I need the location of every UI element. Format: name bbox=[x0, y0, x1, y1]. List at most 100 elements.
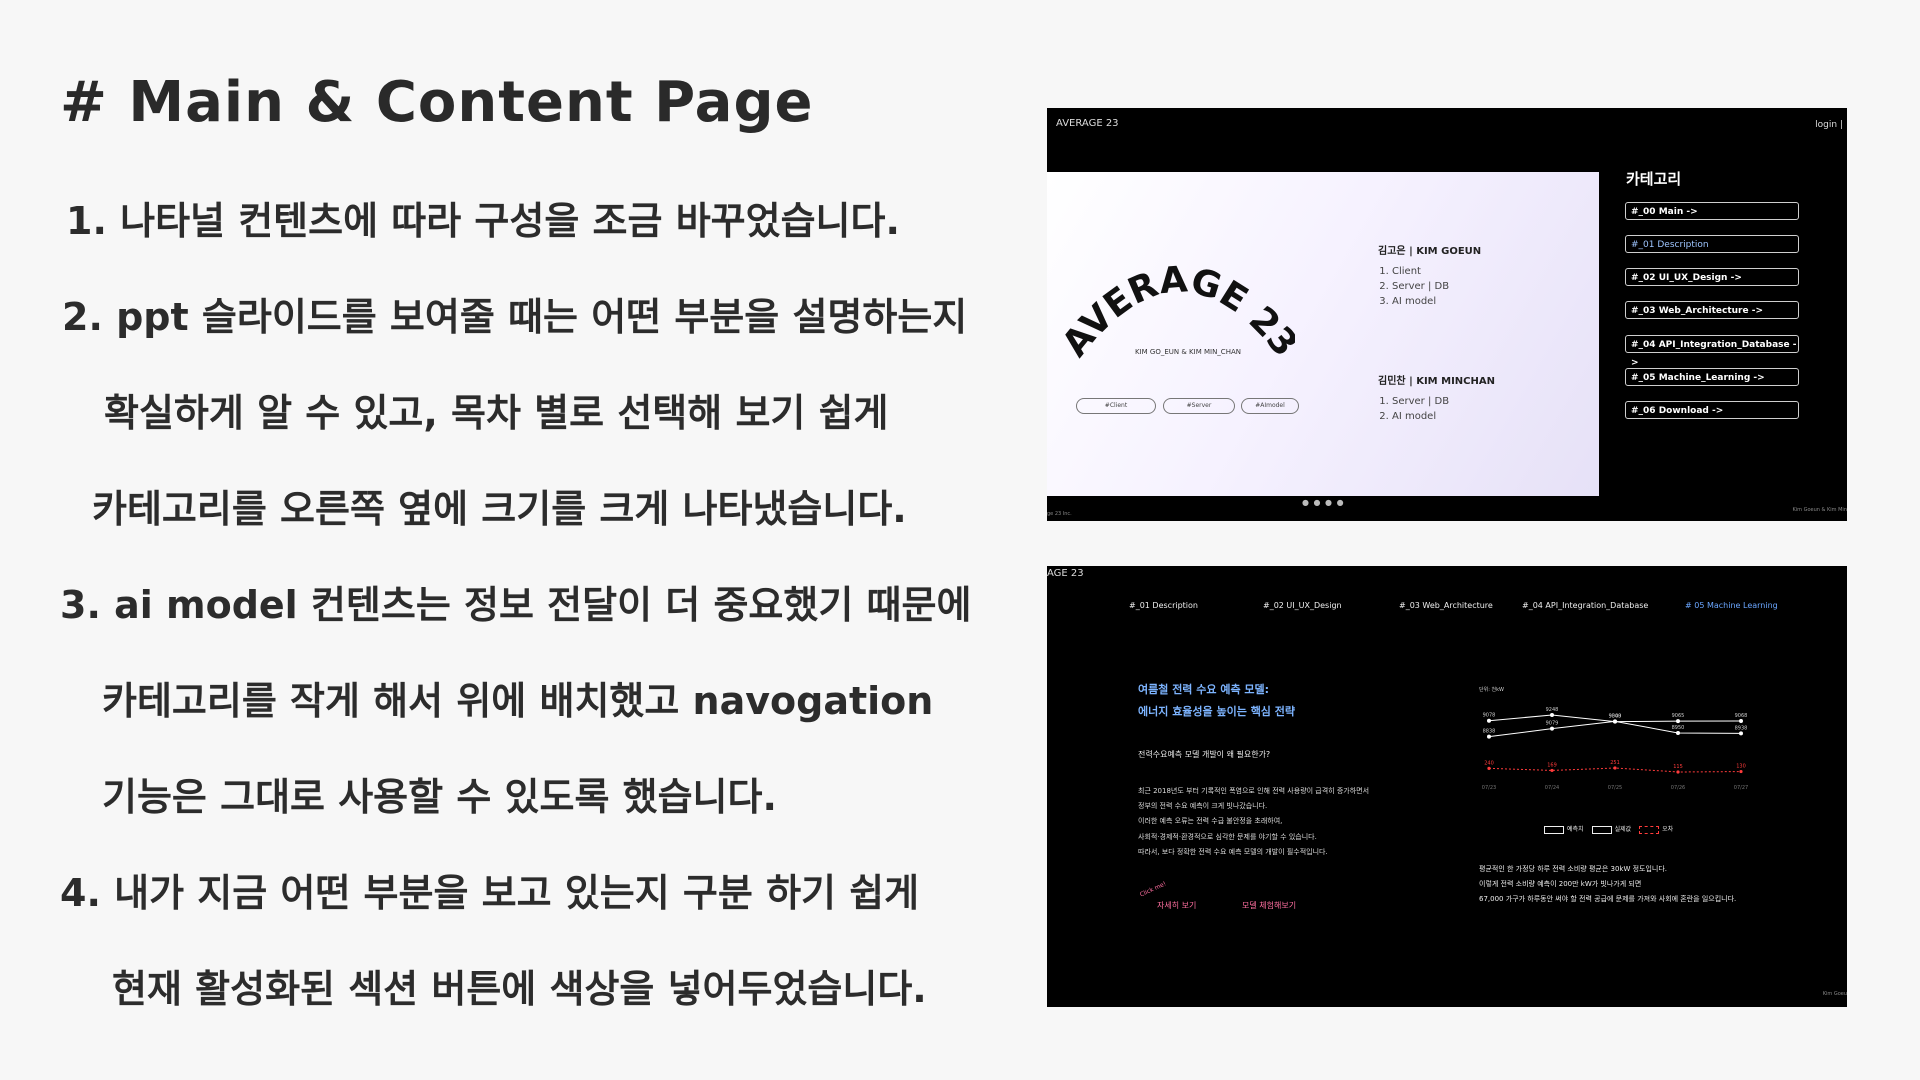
try-model-link[interactable]: 모델 체험해보기 bbox=[1242, 900, 1296, 911]
details-link[interactable]: 자세히 보기 bbox=[1157, 900, 1196, 911]
member-name: 김고은 | KIM GOEUN bbox=[1378, 246, 1482, 257]
data-point bbox=[1487, 734, 1491, 739]
click-me-hint: Click me! bbox=[1138, 880, 1168, 899]
data-label: 130 bbox=[1736, 764, 1746, 770]
paragraph-line: 정부의 전력 수요 예측이 크게 빗나갔습니다. bbox=[1138, 802, 1268, 810]
category-button-machine-learning[interactable]: #_05 Machine_Learning -> bbox=[1625, 368, 1799, 386]
legend-label: 실제값 bbox=[1614, 826, 1632, 833]
data-point bbox=[1676, 719, 1680, 724]
data-point bbox=[1739, 769, 1743, 774]
x-tick-label: 07/27 bbox=[1734, 785, 1748, 791]
role-item: Server | DB bbox=[1392, 279, 1449, 294]
data-label: 9078 bbox=[1483, 713, 1496, 719]
data-point bbox=[1613, 719, 1617, 724]
tag-aimodel[interactable]: #AImodel bbox=[1241, 398, 1299, 414]
footer-right: Kim Goeun & Kim Min bbox=[1792, 507, 1847, 513]
hero-subtitle: KIM GO_EUN & KIM MIN_CHAN bbox=[1135, 348, 1241, 356]
ai-model-page-screenshot: AGE 23 #_01 Description #_02 UI_UX_Desig… bbox=[1047, 566, 1847, 1007]
data-point bbox=[1487, 766, 1491, 770]
category-button-web-architecture[interactable]: #_03 Web_Architecture -> bbox=[1625, 301, 1799, 319]
right-paragraph-line: 이렇게 전력 소비량 예측이 200만 kW가 빗나가게 되면 bbox=[1479, 880, 1642, 888]
note-line: 카테고리를 오른쪽 옆에 크기를 크게 나타냈습니다. bbox=[92, 487, 907, 531]
note-line: 현재 활성화된 섹션 버튼에 색상을 넣어두었습니다. bbox=[112, 967, 927, 1011]
right-paragraph-line: 67,000 가구가 하루동안 써야 할 전력 공급에 문제를 가져와 사회에 … bbox=[1479, 895, 1737, 903]
footer-right: Kim Goeu bbox=[1822, 991, 1847, 997]
hero-title: AVERAGE 23 bbox=[1065, 259, 1295, 362]
legend-label: 오차 bbox=[1662, 826, 1674, 833]
data-label: 8838 bbox=[1483, 729, 1496, 735]
tag-server[interactable]: #Server bbox=[1163, 398, 1235, 414]
data-point bbox=[1739, 719, 1743, 724]
slide-pagination[interactable]: ● ● ● ● bbox=[1302, 498, 1345, 507]
nav-ui-ux[interactable]: #_02 UI_UX_Design bbox=[1263, 601, 1342, 610]
category-button-main[interactable]: #_00 Main -> bbox=[1625, 202, 1799, 220]
note-line: 1. 나타널 컨텐츠에 따라 구성을 조금 바꾸었습니다. bbox=[66, 199, 900, 243]
note-line: 2. ppt 슬라이드를 보여줄 때는 어떤 부분을 설명하는지 bbox=[62, 295, 968, 339]
category-button-download[interactable]: #_06 Download -> bbox=[1625, 401, 1799, 419]
section-question: 전력수요예측 모델 개발이 왜 필요한가? bbox=[1138, 750, 1271, 759]
prediction-chart: 907892489049 9065 90688838907993008950 8938… bbox=[1482, 707, 1748, 791]
section-headline: 여름철 전력 수요 예측 모델: bbox=[1138, 683, 1270, 696]
role-item: AI model bbox=[1392, 294, 1449, 309]
legend-label: 예측치 bbox=[1567, 826, 1584, 833]
note-line: 3. ai model 컨텐츠는 정보 전달이 더 중요했기 때문에 bbox=[60, 583, 972, 627]
data-label: 251 bbox=[1610, 760, 1620, 766]
x-tick-label: 07/24 bbox=[1545, 785, 1559, 791]
x-tick-label: 07/26 bbox=[1671, 785, 1685, 791]
nav-web-architecture[interactable]: #_03 Web_Architecture bbox=[1399, 601, 1493, 610]
data-point bbox=[1550, 726, 1554, 731]
data-point bbox=[1550, 768, 1554, 773]
member-name: 김민찬 | KIM MINCHAN bbox=[1378, 376, 1495, 387]
note-line: 4. 내가 지금 어떤 부분을 보고 있는지 구분 하기 쉽게 bbox=[60, 871, 920, 915]
note-line: 기능은 그대로 사용할 수 있도록 했습니다. bbox=[102, 775, 777, 819]
right-paragraph-line: 평균적인 한 가정당 하루 전력 소비량 평균은 30kW 정도입니다. bbox=[1479, 865, 1668, 873]
note-line: 카테고리를 작게 해서 위에 배치했고 navogation bbox=[102, 679, 934, 723]
role-item: Client bbox=[1392, 264, 1449, 279]
data-label: 8950 bbox=[1672, 725, 1685, 731]
data-point bbox=[1487, 718, 1491, 723]
legend-swatch bbox=[1544, 825, 1564, 834]
member-roles: Server | DB AI model bbox=[1378, 394, 1449, 424]
chart-legend: 예측치 실제값 오차 bbox=[1544, 824, 1673, 834]
data-point bbox=[1676, 730, 1680, 735]
login-link[interactable]: login | bbox=[1815, 120, 1843, 130]
x-tick-label: 07/23 bbox=[1482, 785, 1496, 791]
nav-api-database[interactable]: #_04 API_Integration_Database bbox=[1522, 601, 1648, 610]
x-tick-label: 07/25 bbox=[1608, 785, 1622, 791]
data-label: 9065 bbox=[1672, 713, 1685, 719]
paragraph-line: 따라서, 보다 정확한 전력 수요 예측 모델의 개발이 필수적입니다. bbox=[1138, 848, 1328, 856]
brand-logo[interactable]: AVERAGE 23 bbox=[1056, 118, 1119, 129]
chart-unit-label: 단위: 천kW bbox=[1479, 687, 1504, 693]
note-line: 확실하게 알 수 있고, 목차 별로 선택해 보기 쉽게 bbox=[104, 391, 889, 435]
data-point bbox=[1676, 770, 1680, 774]
data-point bbox=[1550, 713, 1554, 718]
role-item: AI model bbox=[1392, 409, 1449, 424]
data-label: 9068 bbox=[1735, 713, 1748, 719]
category-button-description[interactable]: #_01 Description bbox=[1625, 235, 1799, 253]
tag-client[interactable]: #Client bbox=[1076, 398, 1156, 414]
member-roles: Client Server | DB AI model bbox=[1378, 264, 1449, 309]
category-button-ui-ux[interactable]: #_02 UI_UX_Design -> bbox=[1625, 268, 1799, 286]
category-title: 카테고리 bbox=[1626, 170, 1682, 188]
role-item: Server | DB bbox=[1392, 394, 1449, 409]
data-point bbox=[1739, 731, 1743, 736]
category-button-api-database[interactable]: #_04 API_Integration_Database -> bbox=[1625, 335, 1799, 368]
data-label: 169 bbox=[1547, 762, 1557, 768]
page-title: # Main & Content Page bbox=[60, 70, 814, 135]
data-label: 9248 bbox=[1546, 707, 1559, 713]
footer-left: ge 23 Inc. bbox=[1047, 511, 1072, 517]
brand-logo[interactable]: AGE 23 bbox=[1047, 568, 1084, 579]
nav-machine-learning[interactable]: # 05 Machine Learning bbox=[1685, 601, 1778, 610]
data-label: 115 bbox=[1673, 764, 1683, 770]
data-label: 240 bbox=[1484, 760, 1494, 766]
paragraph-line: 사회적·경제적·환경적으로 심각한 문제를 야기할 수 있습니다. bbox=[1138, 833, 1317, 841]
hero-slide: AVERAGE 23 KIM GO_EUN & KIM MIN_CHAN #Cl… bbox=[1047, 172, 1599, 496]
svg-text:AVERAGE 23: AVERAGE 23 bbox=[1065, 259, 1295, 362]
data-label: 9079 bbox=[1546, 721, 1559, 727]
legend-swatch bbox=[1591, 825, 1612, 834]
data-label: 8938 bbox=[1735, 725, 1748, 731]
legend-swatch bbox=[1639, 825, 1660, 834]
nav-description[interactable]: #_01 Description bbox=[1129, 601, 1198, 610]
main-page-screenshot: AVERAGE 23 login | AVERAGE 23 KIM GO_EUN… bbox=[1047, 108, 1847, 521]
paragraph-line: 이러한 예측 오류는 전력 수급 불안정을 초래하여, bbox=[1138, 817, 1283, 825]
